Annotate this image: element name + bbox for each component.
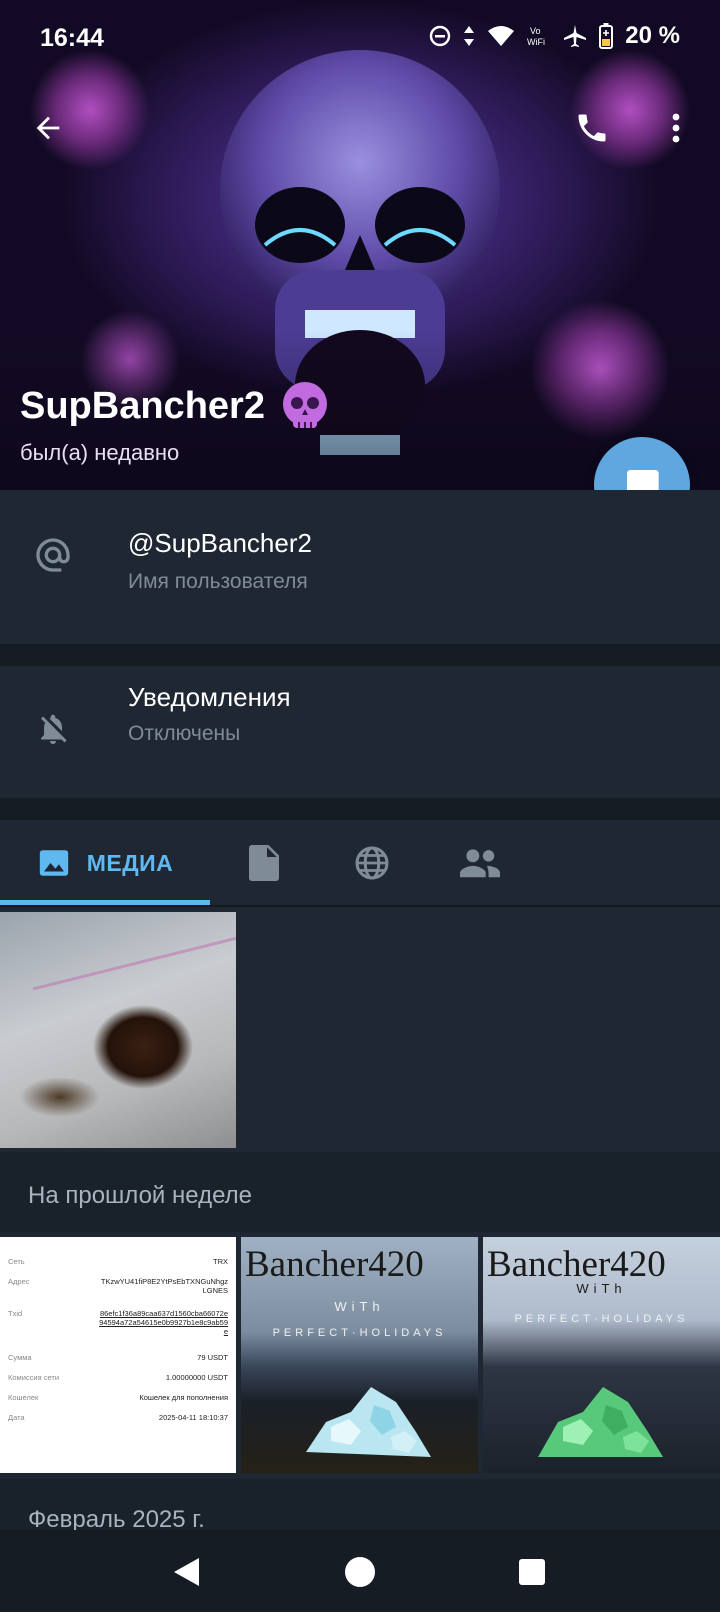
tab-media[interactable]: МЕДИА	[0, 820, 210, 906]
battery-icon	[599, 23, 614, 49]
tab-links[interactable]	[342, 820, 402, 906]
status-time: 16:44	[40, 24, 104, 52]
receipt-row: Сеть TRX	[8, 1257, 228, 1266]
photo-brand-tagline: PERFECT·HOLIDAYS	[514, 1313, 689, 1325]
svg-text:Vo: Vo	[530, 26, 541, 36]
globe-icon	[355, 846, 389, 880]
receipt-key: Кошелек	[8, 1393, 39, 1402]
battery-percent: 20 %	[625, 22, 680, 49]
people-icon	[460, 849, 500, 878]
receipt-row: Адрес TKzwYU41fiP8E2YtPsEbTXNGuNhgzLGNES	[8, 1277, 228, 1295]
media-icon	[39, 850, 68, 876]
arrow-left-icon	[36, 116, 60, 140]
username-value: @SupBancher2	[128, 528, 312, 558]
photo-brand-title: Bancher420	[487, 1244, 666, 1285]
file-icon	[249, 845, 279, 881]
bag-seal	[32, 936, 236, 991]
media-thumbnail-photo-green[interactable]: Bancher420 WiTh PERFECT·HOLIDAYS	[483, 1237, 720, 1473]
photo-brand-with: WiTh	[576, 1281, 627, 1296]
receipt-key: Дата	[8, 1413, 25, 1422]
receipt-row: Сумма 79 USDT	[8, 1353, 228, 1362]
profile-status: был(а) недавно	[20, 440, 180, 465]
notifications-value: Отключены	[128, 722, 241, 745]
tab-groups[interactable]	[450, 820, 510, 906]
receipt-key: Сумма	[8, 1353, 32, 1362]
receipt-row: Комиссия сети 1.00000000 USDT	[8, 1373, 228, 1382]
receipt-value: TKzwYU41fiP8E2YtPsEbTXNGuNhgzLGNES	[100, 1277, 228, 1295]
status-bar: 16:44 Vo WiFi 20 %	[0, 0, 720, 80]
back-button[interactable]	[24, 104, 72, 152]
call-button[interactable]	[568, 104, 616, 152]
receipt-value: 86efc1f36a89caa637d1560cba66072e94594a72…	[99, 1309, 228, 1336]
airplane-icon	[564, 25, 587, 47]
profile-name-row: SupBancher2	[20, 378, 333, 434]
square-recents-icon	[519, 1559, 545, 1585]
data-arrows-icon	[464, 26, 475, 46]
username-label: Имя пользователя	[128, 570, 308, 593]
tab-media-label: МЕДИА	[86, 849, 174, 876]
triangle-back-icon	[174, 1558, 199, 1586]
nav-recents-button[interactable]	[512, 1552, 552, 1592]
notifications-row[interactable]: Уведомления Отключены	[0, 666, 720, 798]
receipt-key: Комиссия сети	[8, 1373, 60, 1382]
receipt-key: Сеть	[8, 1257, 25, 1266]
bell-off-icon	[30, 706, 76, 752]
receipt-key: Адрес	[8, 1277, 30, 1286]
media-thumbnail-photo-blue[interactable]: Bancher420 WiTh PERFECT·HOLIDAYS	[241, 1237, 478, 1473]
photo-brand-tagline: PERFECT·HOLIDAYS	[272, 1327, 447, 1339]
receipt-value: 2025-04-11 18:10:37	[158, 1413, 228, 1422]
nav-home-button[interactable]	[340, 1552, 380, 1592]
nav-back-button[interactable]	[166, 1552, 206, 1592]
notifications-title: Уведомления	[128, 682, 291, 712]
section-label-last-week: На прошлой неделе	[28, 1182, 252, 1209]
vowifi-icon: VoWiFi	[527, 26, 545, 47]
svg-text:WiFi: WiFi	[527, 37, 545, 47]
tab-files[interactable]	[236, 820, 292, 906]
circle-home-icon	[345, 1557, 375, 1587]
profile-name: SupBancher2	[20, 384, 265, 427]
receipt-value: 79 USDT	[197, 1353, 228, 1362]
skull-emoji-icon	[282, 382, 327, 428]
photo-brand-title: Bancher420	[245, 1244, 424, 1285]
receipt-value: TRX	[213, 1257, 228, 1266]
receipt-value: 1.00000000 USDT	[165, 1373, 228, 1382]
username-row[interactable]: @SupBancher2 Имя пользователя	[0, 490, 720, 644]
receipt-value: Кошелек для пополнения	[139, 1393, 228, 1402]
media-thumbnail-receipt[interactable]: Сеть TRX Адрес TKzwYU41fiP8E2YtPsEbTXNGuNh…	[0, 1237, 236, 1473]
media-thumbnail-bag[interactable]	[0, 912, 236, 1148]
more-vertical-icon	[672, 113, 680, 143]
receipt-key: Txid	[8, 1309, 23, 1318]
receipt-row: Кошелек Кошелек для пополнения	[8, 1393, 228, 1402]
receipt-row: Дата 2025-04-11 18:10:37	[8, 1413, 228, 1422]
receipt-row: Txid 86efc1f36a89caa637d1560cba66072e9459…	[8, 1309, 228, 1336]
crystals-green	[538, 1387, 663, 1457]
more-button[interactable]	[652, 104, 700, 152]
dnd-icon	[430, 25, 451, 47]
crystals-blue	[306, 1387, 431, 1457]
at-sign-icon	[30, 532, 76, 578]
status-icons: Vo WiFi 20 %	[429, 22, 680, 50]
photo-brand-with: WiTh	[334, 1299, 385, 1314]
phone-icon	[578, 114, 606, 142]
media-tabs: МЕДИА	[0, 820, 720, 906]
wifi-icon	[488, 26, 515, 46]
